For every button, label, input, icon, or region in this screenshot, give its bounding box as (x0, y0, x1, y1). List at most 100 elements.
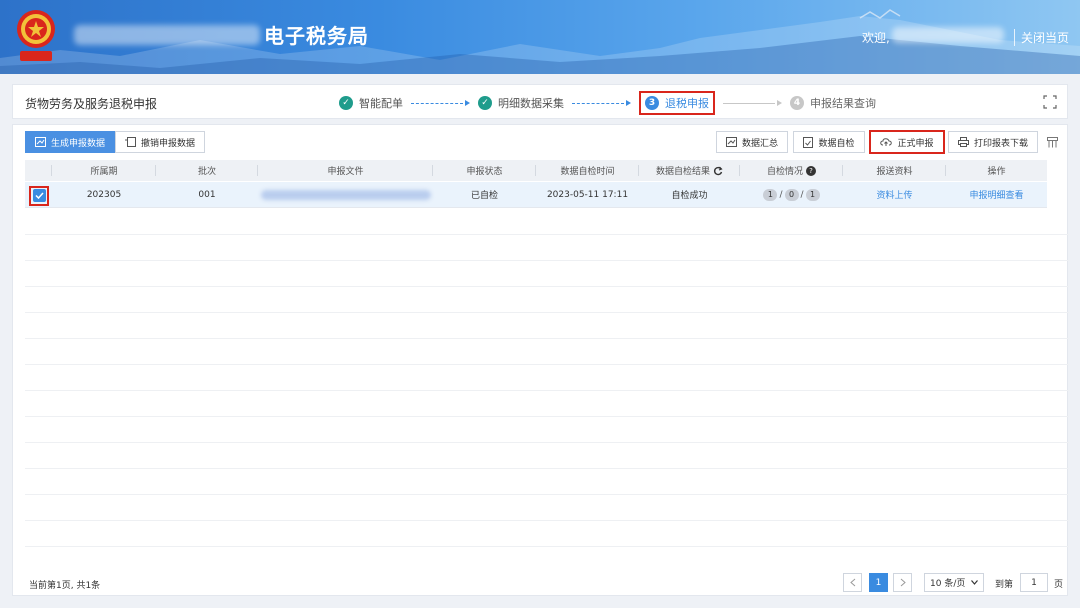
button-label: 数据汇总 (741, 138, 778, 149)
step-refund-declaration[interactable]: 3 退税申报 (639, 91, 715, 115)
check-icon: ✓ (339, 96, 353, 110)
redacted-bureau-name (74, 25, 260, 45)
column-header: 申报状态 (433, 160, 536, 181)
page-size-select[interactable]: 10 条/页 (924, 573, 984, 592)
grid-line (25, 260, 1069, 261)
grid-line (25, 312, 1069, 313)
view-details-link[interactable]: 申报明细查看 (946, 182, 1047, 207)
print-download-button[interactable]: 打印报表下载 (948, 131, 1038, 153)
data-self-check-button[interactable]: 数据自检 (793, 131, 865, 153)
column-header-label: 自检情况 (766, 167, 803, 177)
count-badge[interactable]: 1 (805, 188, 820, 201)
fullscreen-icon[interactable] (1043, 95, 1057, 109)
column-header-label: 数据自检结果 (655, 167, 710, 177)
form-icon (34, 137, 46, 147)
close-page-link[interactable]: 关闭当页 (1014, 29, 1069, 46)
summary-icon (725, 137, 737, 147)
revoke-data-button[interactable]: 撤销申报数据 (115, 131, 205, 153)
batch-cell: 001 (198, 189, 216, 200)
site-title: 电子税务局 (264, 24, 369, 48)
column-header: 操作 (987, 167, 1006, 177)
step-progress: ✓ 智能配单 ✓ 明细数据采集 3 退税申报 4 申报结果查询 (339, 91, 876, 115)
step-label: 申报结果查询 (810, 97, 876, 110)
prev-page-button[interactable] (843, 573, 862, 592)
column-header: 申报文件 (258, 160, 433, 181)
row-checkbox-highlight (29, 185, 49, 206)
button-label: 正式申报 (897, 138, 934, 149)
check-icon: ✓ (478, 96, 492, 110)
count-badge[interactable]: 1 (763, 188, 778, 201)
check-time-cell: 2023-05-11 17:11 (546, 189, 629, 200)
button-label: 数据自检 (818, 138, 855, 149)
redacted-file-name (260, 189, 431, 200)
step-smart-match[interactable]: ✓ 智能配单 (339, 95, 403, 111)
chevron-left-icon (849, 578, 855, 587)
column-header: 数据自检时间 (536, 160, 639, 181)
arrow-right-icon (465, 100, 470, 106)
welcome-text: 欢迎, (862, 31, 890, 45)
grid-line (25, 364, 1069, 365)
data-summary-button[interactable]: 数据汇总 (716, 131, 788, 153)
period-cell: 202305 (86, 189, 122, 200)
formal-declaration-button[interactable]: 正式申报 (869, 130, 945, 154)
button-label: 生成申报数据 (50, 138, 105, 149)
step-bar: 货物劳务及服务退税申报 ✓ 智能配单 ✓ 明细数据采集 3 退税申报 4 申报结… (12, 84, 1068, 119)
count-badge[interactable]: 0 (784, 188, 799, 201)
grid-line (25, 416, 1069, 417)
generate-data-button[interactable]: 生成申报数据 (25, 131, 115, 153)
arrow-right-icon (626, 100, 631, 106)
upload-materials-link[interactable]: 资料上传 (843, 182, 946, 207)
site-header: 电子税务局 欢迎, 关闭当页 (0, 0, 1080, 74)
button-label: 撤销申报数据 (140, 138, 195, 149)
printer-icon (957, 137, 969, 147)
check-icon (34, 192, 44, 199)
column-header-with-refresh: 数据自检结果 (639, 160, 740, 181)
step-label: 退税申报 (665, 97, 709, 110)
grid-line (25, 546, 1069, 547)
page-number-button[interactable]: 1 (869, 573, 888, 592)
step-connector (572, 102, 624, 104)
page-title: 货物劳务及服务退税申报 (25, 97, 158, 111)
help-icon[interactable]: ? (806, 165, 816, 176)
arrow-right-icon (777, 100, 782, 106)
page-info: 当前第1页, 共1条 (29, 581, 101, 591)
step-number-badge: 3 (645, 96, 659, 110)
column-header: 所属期 (52, 160, 156, 181)
refresh-icon[interactable] (713, 166, 723, 176)
step-label: 智能配单 (359, 97, 403, 110)
step-detail-collection[interactable]: ✓ 明细数据采集 (478, 95, 564, 111)
page-suffix: 页 (1054, 580, 1064, 590)
next-page-button[interactable] (893, 573, 912, 592)
button-label: 打印报表下载 (973, 138, 1028, 149)
document-check-icon (803, 136, 814, 148)
row-checkbox[interactable] (32, 189, 46, 202)
goto-page-input[interactable]: 1 (1020, 573, 1048, 592)
step-connector (723, 102, 775, 104)
column-header-with-help: 自检情况 ? (740, 160, 843, 181)
file-cell (258, 182, 433, 207)
chevron-down-icon (971, 580, 978, 585)
table-header: 所属期 批次 申报文件 申报状态 数据自检时间 数据自检结果 自检情况 ? 报送… (25, 160, 1047, 181)
grid-line (25, 520, 1069, 521)
redacted-user-name (892, 27, 1004, 43)
status-cell: 已自检 (470, 191, 498, 201)
step-connector (411, 102, 463, 104)
tax-emblem-icon (17, 10, 55, 61)
select-column-header (25, 160, 52, 181)
row-select-cell (25, 182, 52, 207)
column-settings-icon[interactable] (1047, 137, 1058, 148)
separator: / (779, 189, 783, 200)
grid-line (25, 390, 1069, 391)
table-row[interactable]: 202305 001 已自检 2023-05-11 17:11 自检成功 1 /… (25, 182, 1047, 208)
step-label: 明细数据采集 (498, 97, 564, 110)
column-header: 报送资料 (843, 160, 946, 181)
step-result-query[interactable]: 4 申报结果查询 (790, 95, 876, 111)
grid-line (25, 494, 1069, 495)
grid-line (25, 338, 1069, 339)
chevron-right-icon (900, 578, 906, 587)
grid-line (25, 442, 1069, 443)
undo-icon (124, 137, 136, 147)
declaration-panel: 生成申报数据 撤销申报数据 数据汇总 数据自检 正式申报 打印报表下载 所属期 … (12, 124, 1069, 596)
grid-line (25, 286, 1069, 287)
check-result-cell: 自检成功 (671, 191, 708, 201)
